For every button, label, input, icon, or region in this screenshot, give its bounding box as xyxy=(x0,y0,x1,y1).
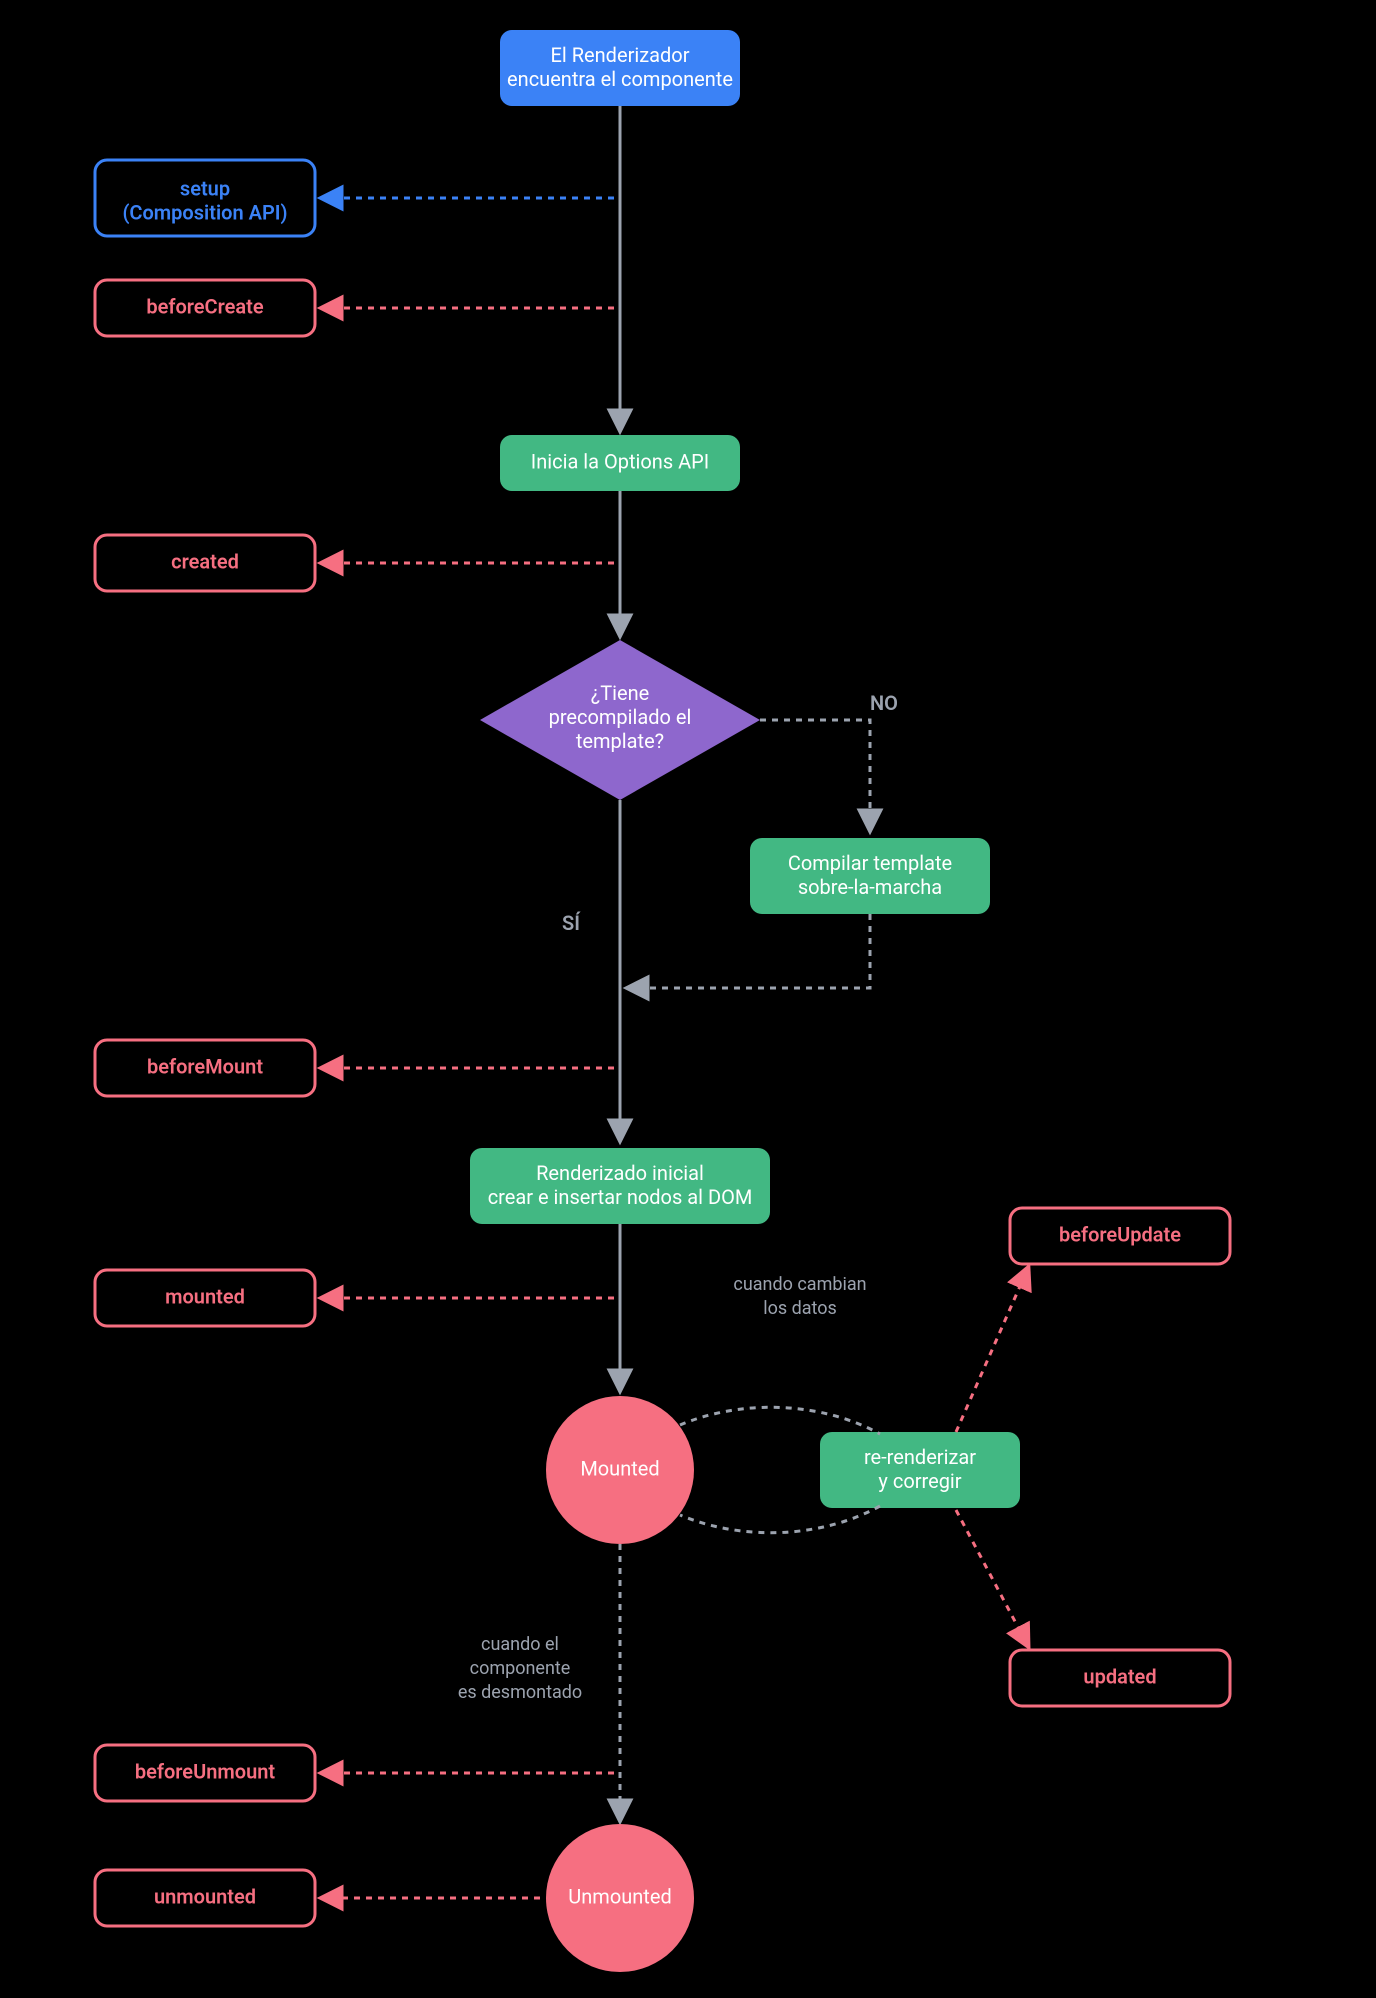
node-renderer-encounters: El Renderizador encuentra el componente xyxy=(500,30,740,106)
svg-text:Mounted: Mounted xyxy=(580,1456,659,1480)
svg-text:created: created xyxy=(171,549,239,573)
svg-text:sobre-la-marcha: sobre-la-marcha xyxy=(798,875,942,899)
node-unmounted-state: Unmounted xyxy=(546,1824,694,1972)
svg-text:y corregir: y corregir xyxy=(878,1469,961,1493)
label-no: NO xyxy=(870,691,898,715)
svg-text:Inicia la Options API: Inicia la Options API xyxy=(531,449,709,473)
hook-updated: updated xyxy=(1010,1650,1230,1706)
svg-text:updated: updated xyxy=(1083,1664,1156,1688)
svg-text:El Renderizador: El Renderizador xyxy=(551,43,690,67)
hook-mounted: mounted xyxy=(95,1270,315,1326)
hook-before-create: beforeCreate xyxy=(95,280,315,336)
hook-before-update: beforeUpdate xyxy=(1010,1208,1230,1264)
svg-text:crear e insertar nodos al DOM: crear e insertar nodos al DOM xyxy=(488,1185,753,1209)
node-rerender: re-renderizar y corregir xyxy=(820,1432,1020,1508)
hook-before-mount: beforeMount xyxy=(95,1040,315,1096)
hook-setup: setup (Composition API) xyxy=(95,160,315,236)
svg-text:template?: template? xyxy=(576,729,664,753)
svg-text:beforeUnmount: beforeUnmount xyxy=(135,1759,276,1783)
svg-text:precompilado el: precompilado el xyxy=(549,705,692,729)
svg-text:Unmounted: Unmounted xyxy=(568,1884,671,1908)
lifecycle-diagram: El Renderizador encuentra el componente … xyxy=(0,0,1376,1998)
svg-text:es desmontado: es desmontado xyxy=(458,1682,582,1703)
svg-text:setup: setup xyxy=(180,176,230,200)
node-mounted-state: Mounted xyxy=(546,1396,694,1544)
node-options-api: Inicia la Options API xyxy=(500,435,740,491)
hook-before-unmount: beforeUnmount xyxy=(95,1745,315,1801)
hook-unmounted: unmounted xyxy=(95,1870,315,1926)
svg-text:re-renderizar: re-renderizar xyxy=(864,1445,976,1469)
svg-text:beforeUpdate: beforeUpdate xyxy=(1059,1222,1181,1246)
svg-text:mounted: mounted xyxy=(165,1284,245,1308)
svg-text:los datos: los datos xyxy=(763,1298,837,1319)
svg-text:beforeCreate: beforeCreate xyxy=(146,294,264,318)
node-compile-template: Compilar template sobre-la-marcha xyxy=(750,838,990,914)
svg-text:beforeMount: beforeMount xyxy=(147,1054,263,1078)
label-yes: SÍ xyxy=(562,911,581,935)
svg-text:componente: componente xyxy=(470,1658,571,1679)
svg-text:Renderizado inicial: Renderizado inicial xyxy=(536,1161,704,1185)
hook-created: created xyxy=(95,535,315,591)
label-data-changes: cuando cambian xyxy=(733,1274,866,1295)
svg-text:¿Tiene: ¿Tiene xyxy=(591,681,650,705)
node-initial-render: Renderizado inicial crear e insertar nod… xyxy=(470,1148,770,1224)
svg-text:encuentra el componente: encuentra el componente xyxy=(507,67,733,91)
svg-text:Compilar template: Compilar template xyxy=(788,851,952,875)
node-decision-template: ¿Tiene precompilado el template? xyxy=(480,640,760,800)
svg-text:(Composition API): (Composition API) xyxy=(122,200,287,224)
svg-text:unmounted: unmounted xyxy=(154,1884,256,1908)
label-unmount-when: cuando el xyxy=(481,1634,559,1655)
